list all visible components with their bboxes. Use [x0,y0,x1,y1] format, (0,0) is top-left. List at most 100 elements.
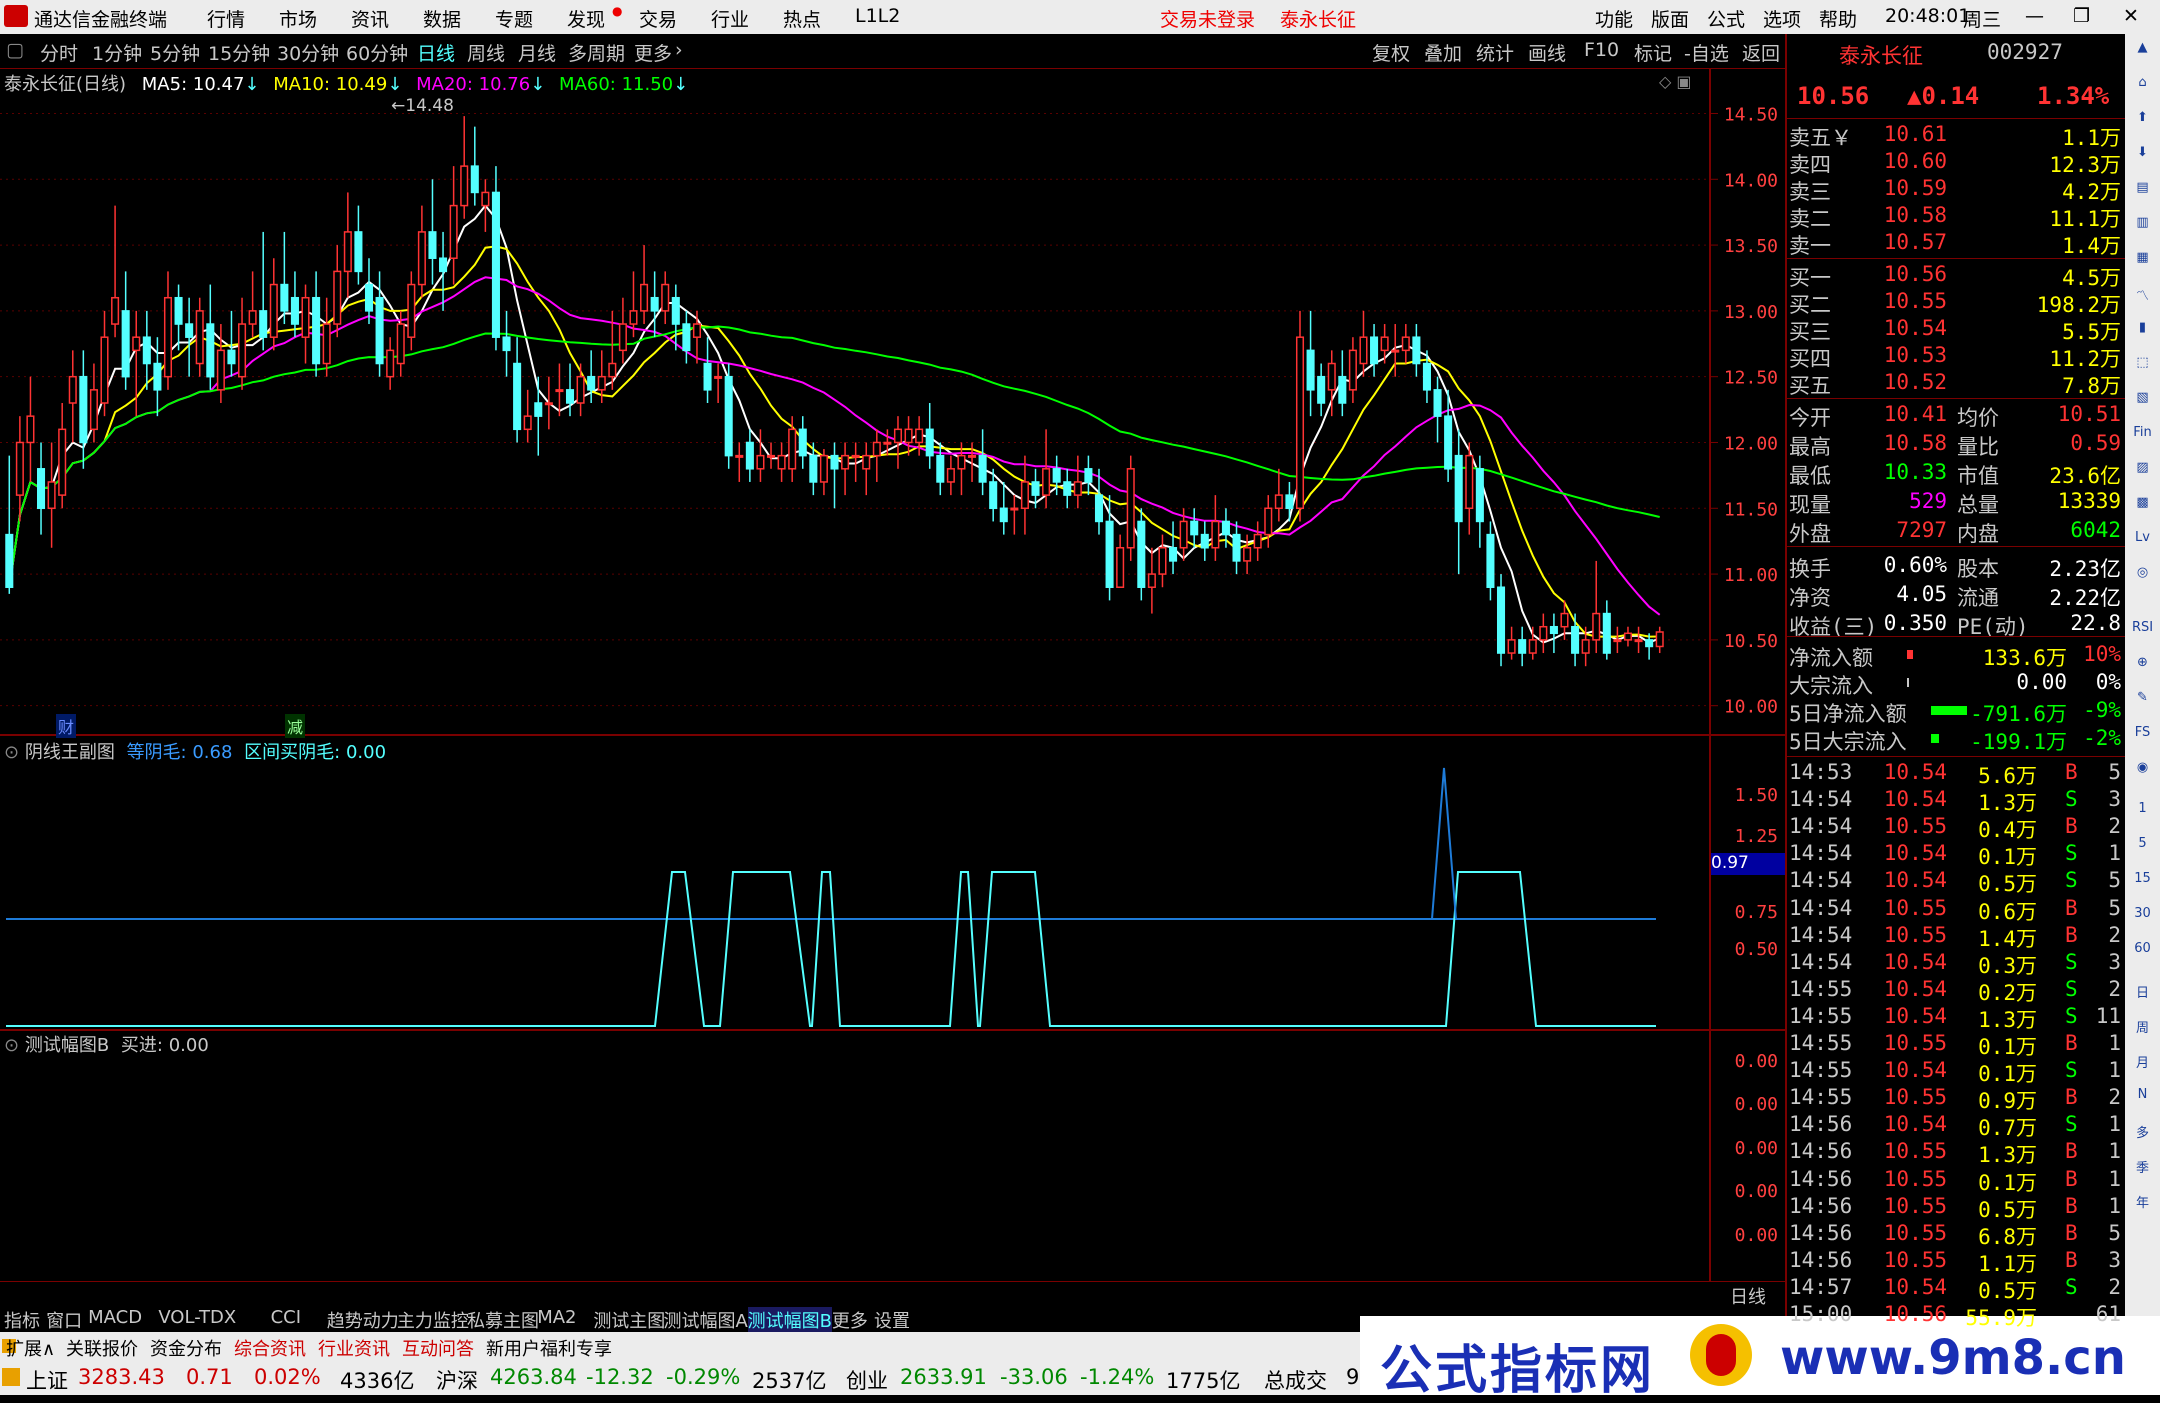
period-tab-15m[interactable]: 15分钟 [208,39,270,66]
sidebar-period[interactable]: 多 [2129,1122,2156,1146]
indicator-tab[interactable]: 主力监控 [397,1307,469,1333]
sidebar-minute-period[interactable]: 60 [2129,941,2156,965]
bid-row[interactable]: 买四 10.53 11.2万 [1787,343,2127,371]
sidebar-tool-icon[interactable]: Lv [2129,530,2156,554]
tick-row[interactable]: 14:54 10.54 0.5万 S 5 [1787,868,2127,896]
tool-f10[interactable]: F10 [1584,39,1619,61]
sidebar-tool-icon[interactable]: ▩ [2129,495,2156,519]
sidebar-tool-icon[interactable]: ▧ [2129,390,2156,414]
menu-item-industry[interactable]: 行业 [711,5,749,32]
menu-item-data[interactable]: 数据 [423,5,461,32]
sidebar-tool-icon[interactable]: ▮ [2129,320,2156,344]
sidebar-tool-icon[interactable]: Fin [2129,425,2156,449]
sidebar-period[interactable]: 周 [2129,1017,2156,1041]
bid-row[interactable]: 买二 10.55 198.2万 [1787,289,2127,317]
tick-row[interactable]: 14:54 10.54 0.1万 S 1 [1787,841,2127,869]
tool-overlay[interactable]: 叠加 [1424,39,1462,66]
indicator-tab[interactable]: 测试主图 [593,1307,665,1333]
ext-qa[interactable]: 互动问答 [402,1335,474,1361]
period-tab-30m[interactable]: 30分钟 [277,39,339,66]
stat-row[interactable]: 净资 4.05 流通 2.22亿 [1787,582,2127,610]
tick-row[interactable]: 14:54 10.54 0.3万 S 3 [1787,950,2127,978]
close-icon[interactable]: ✕ [2123,5,2139,27]
sidebar-tool-icon[interactable]: ▲ [2129,40,2156,64]
flow-row[interactable]: 净流入额 133.6万 10% [1787,642,2127,670]
menu-item-discover[interactable]: 发现 [567,5,605,32]
flow-row[interactable]: 5日大宗流入 -199.1万 -2% [1787,726,2127,754]
stock-header[interactable]: 泰永长征 002927 [1787,40,2127,68]
menu-item-markets[interactable]: 市场 [279,5,317,32]
sidebar-minute-period[interactable]: 1 [2129,801,2156,825]
stat-row[interactable]: 今开 10.41 均价 10.51 [1787,402,2127,430]
ask-row[interactable]: 卖三 10.59 4.2万 [1787,176,2127,204]
sidebar-period[interactable]: 季 [2129,1157,2156,1181]
chart-settings-icon[interactable]: ◇ ▣ [1659,72,1692,91]
tick-row[interactable]: 14:55 10.54 0.2万 S 2 [1787,977,2127,1005]
sidebar-tool-icon[interactable]: ⬚ [2129,355,2156,379]
sidebar-tool-icon[interactable]: ⌂ [2129,75,2156,99]
ext-industry-news[interactable]: 行业资讯 [318,1335,390,1361]
tick-row[interactable]: 14:53 10.54 5.6万 B 5 [1787,760,2127,788]
sidebar-period[interactable]: N [2129,1087,2156,1111]
collapse-icon-2[interactable]: ⊙ [4,1035,19,1056]
tool-restore-rights[interactable]: 复权 [1372,39,1410,66]
tick-row[interactable]: 14:55 10.55 0.1万 B 1 [1787,1031,2127,1059]
tool-mark[interactable]: 标记 [1634,39,1672,66]
sz-label[interactable]: 沪深 [436,1365,478,1395]
ask-row[interactable]: 卖四 10.60 12.3万 [1787,149,2127,177]
finance-marker[interactable]: 财 [56,714,77,738]
stat-row[interactable]: 最低 10.33 市值 23.6亿 [1787,460,2127,488]
stat-row[interactable]: 换手 0.60% 股本 2.23亿 [1787,553,2127,581]
collapse-icon[interactable]: ⊙ [4,742,19,763]
tick-row[interactable]: 14:54 10.55 0.6万 B 5 [1787,896,2127,924]
indicator-tab[interactable]: 趋势动力 [327,1307,399,1333]
ext-related-quotes[interactable]: 关联报价 [66,1335,138,1361]
ext-news[interactable]: 综合资讯 [234,1335,306,1361]
sidebar-minute-period[interactable]: 15 [2129,871,2156,895]
sidebar-tool-icon[interactable]: FS [2129,725,2156,749]
sidebar-tool-icon[interactable]: 〽 [2129,285,2156,309]
cy-label[interactable]: 创业 [846,1365,888,1395]
sidebar-tool-icon[interactable]: ✎ [2129,690,2156,714]
period-tab-daily[interactable]: 日线 [417,39,455,66]
sidebar-tool-icon[interactable]: ▦ [2129,250,2156,274]
menu-item-function[interactable]: 功能 [1595,5,1633,32]
indicator-tab[interactable]: 窗口 [46,1307,82,1333]
indicator-tab[interactable]: MA2 [537,1307,576,1328]
tick-row[interactable]: 14:55 10.54 0.1万 S 1 [1787,1058,2127,1086]
sidebar-period[interactable]: 日 [2129,982,2156,1006]
menu-item-news[interactable]: 资讯 [351,5,389,32]
stat-row[interactable]: 最高 10.58 量比 0.59 [1787,431,2127,459]
menu-item-market[interactable]: 行情 [207,5,245,32]
tick-row[interactable]: 14:54 10.55 1.4万 B 2 [1787,923,2127,951]
sidebar-rsi[interactable]: RSI [2129,620,2156,644]
menu-item-l1l2[interactable]: L1L2 [855,5,900,27]
sh-label[interactable]: 上证 [26,1365,68,1395]
tick-row[interactable]: 14:55 10.54 1.3万 S 11 [1787,1004,2127,1032]
ext-new-user[interactable]: 新用户福利专享 [486,1335,612,1361]
period-tab-1m[interactable]: 1分钟 [92,39,142,66]
period-tab-multi[interactable]: 多周期 [568,39,625,66]
ext-fund-distribution[interactable]: 资金分布 [150,1335,222,1361]
sidebar-tool-icon[interactable]: ⊕ [2129,655,2156,679]
menu-item-topics[interactable]: 专题 [495,5,533,32]
sidebar-tool-icon[interactable]: ▨ [2129,460,2156,484]
bid-row[interactable]: 买一 10.56 4.5万 [1787,262,2127,290]
tool-draw[interactable]: 画线 [1528,39,1566,66]
sidebar-period[interactable]: 月 [2129,1052,2156,1076]
period-tab-minute[interactable]: 分时 [40,39,78,66]
sidebar-minute-period[interactable]: 5 [2129,836,2156,860]
tick-row[interactable]: 14:54 10.54 1.3万 S 3 [1787,787,2127,815]
period-tab-monthly[interactable]: 月线 [518,39,556,66]
tick-row[interactable]: 15:00 10.56 55.9万 61 [1787,1302,2127,1330]
indicator-tab[interactable]: MACD [88,1307,142,1328]
login-status[interactable]: 交易未登录 [1160,5,1255,32]
indicator-tab[interactable]: 指标 [4,1307,40,1333]
tool-remove-watchlist[interactable]: -自选 [1684,39,1729,66]
tool-back[interactable]: 返回 [1742,39,1780,66]
sidebar-tool-icon[interactable]: ▥ [2129,215,2156,239]
tick-row[interactable]: 14:57 10.54 0.5万 S 2 [1787,1275,2127,1303]
period-tab-5m[interactable]: 5分钟 [150,39,200,66]
indicator-tab[interactable]: VOL-TDX [158,1307,236,1328]
sidebar-tool-icon[interactable]: ◉ [2129,760,2156,784]
